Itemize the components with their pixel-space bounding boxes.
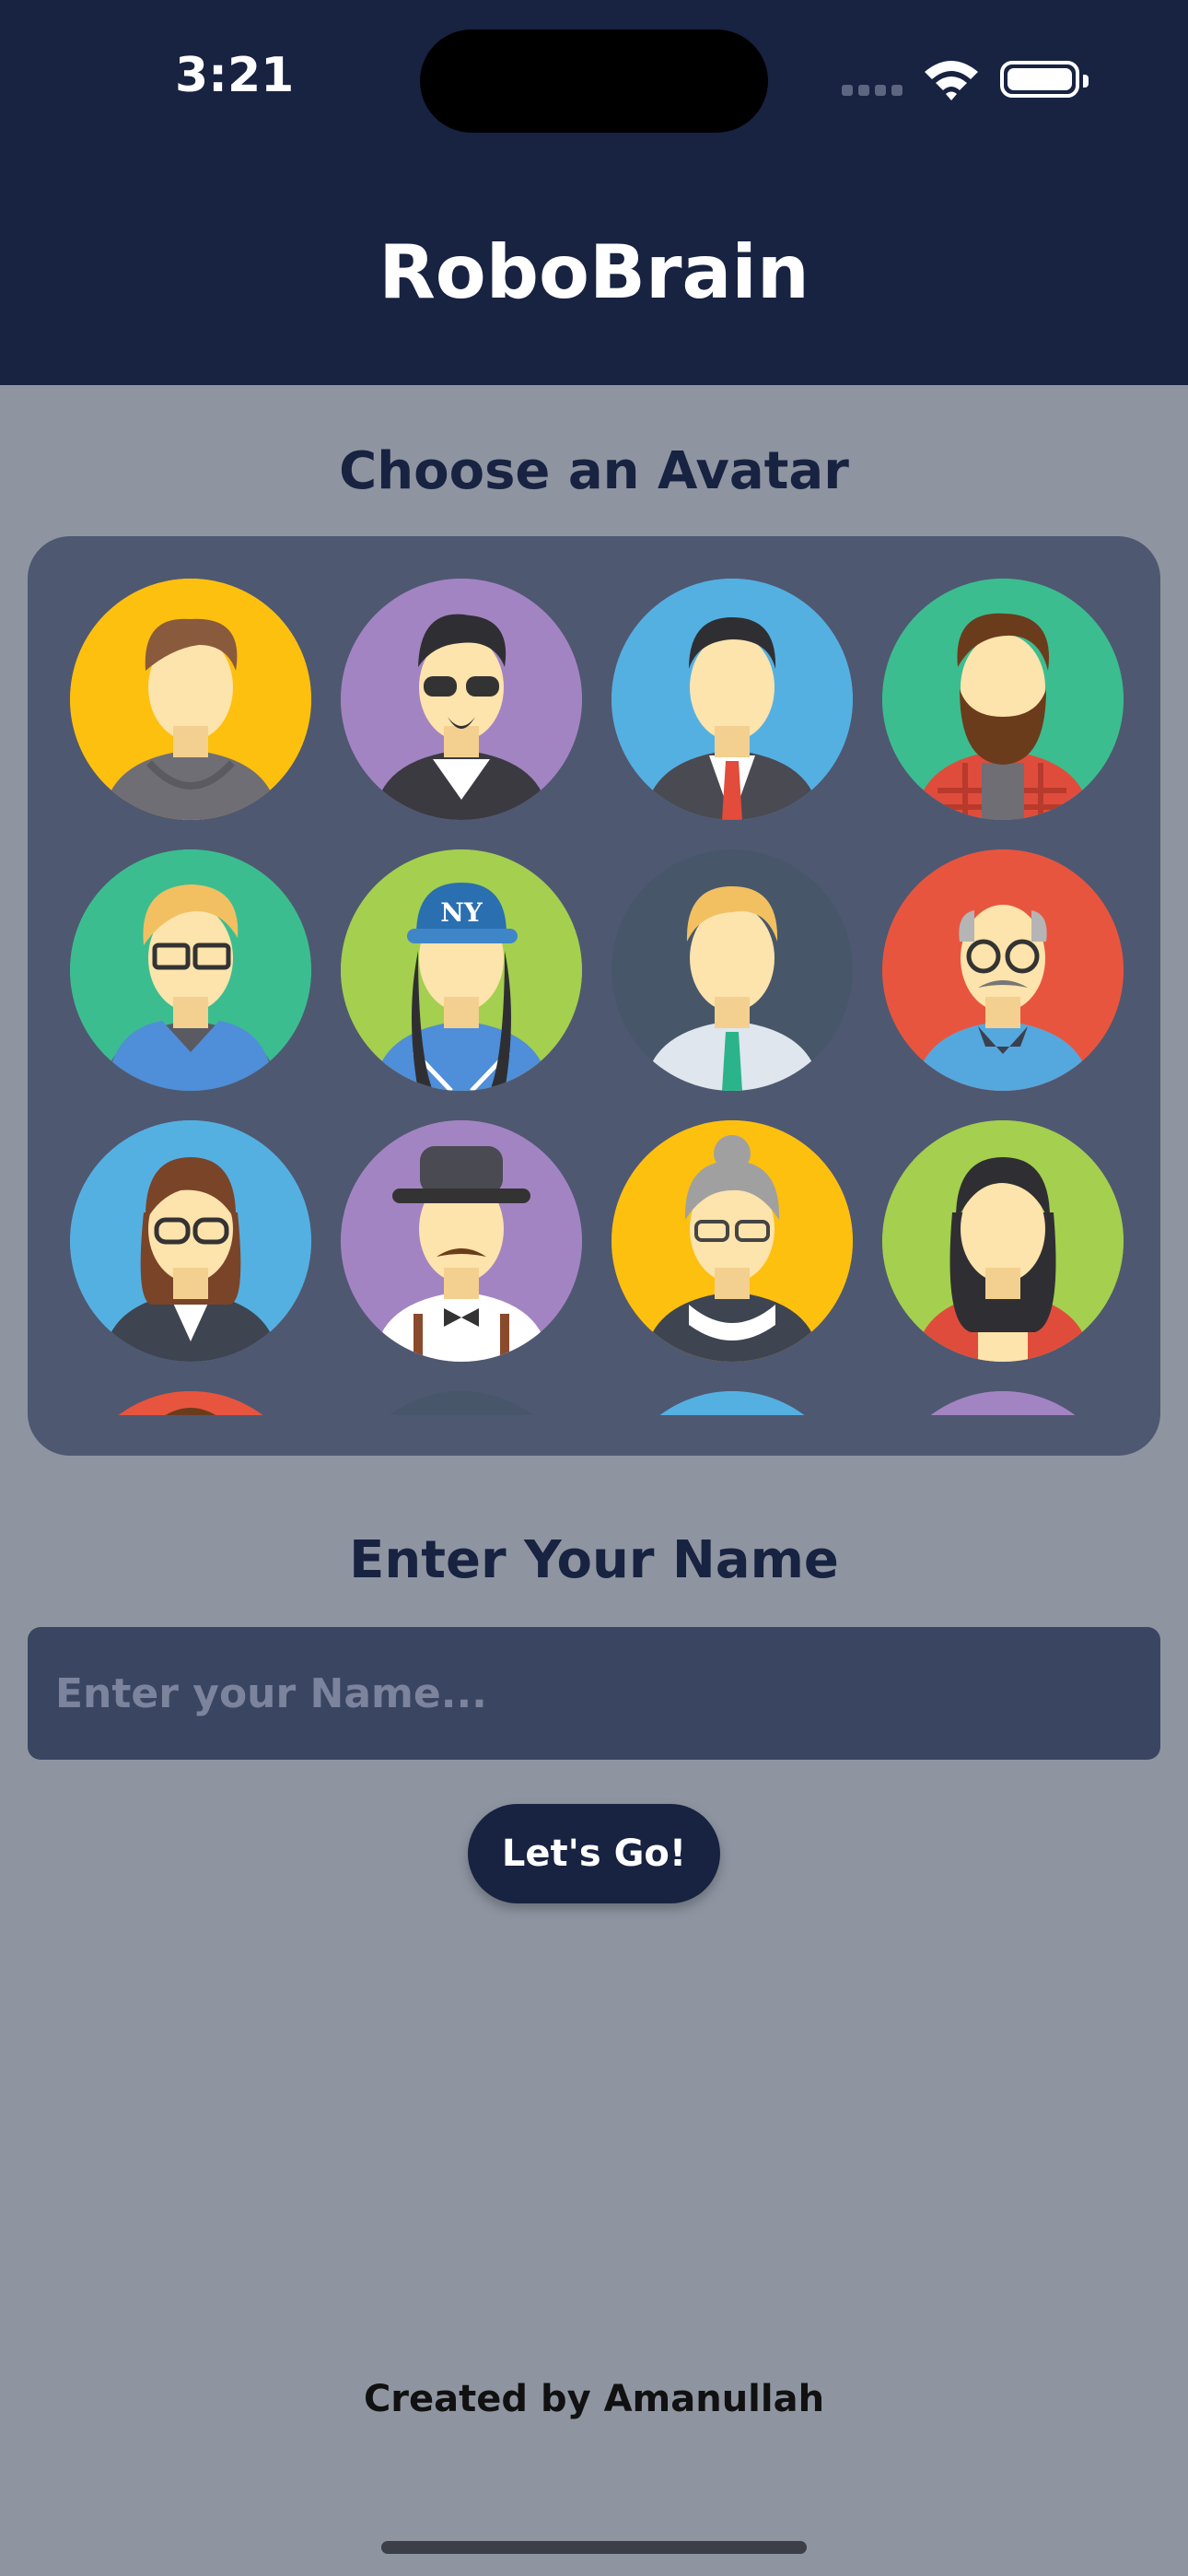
avatar-woman-glasses-icon — [70, 1120, 311, 1362]
avatar-bearded-man[interactable] — [882, 579, 1124, 820]
avatar-partial-2-icon — [389, 1391, 534, 1415]
avatar-nerd-glasses-icon — [70, 849, 311, 1091]
avatar-nerd-glasses[interactable] — [70, 849, 311, 1091]
avatar-woman-dark-hair-icon — [882, 1120, 1124, 1362]
battery-icon — [1000, 61, 1089, 98]
avatar-partial-2[interactable] — [341, 1391, 582, 1415]
avatar-ny-cap-icon: NY — [341, 849, 582, 1091]
enter-name-title: Enter Your Name — [349, 1530, 839, 1590]
dynamic-island — [420, 29, 768, 133]
avatar-businessman[interactable] — [611, 579, 853, 820]
avatar-businessman-icon — [611, 579, 853, 820]
avatar-old-man-icon — [882, 849, 1124, 1091]
avatar-hoodie-man-icon — [70, 579, 311, 820]
avatar-ny-cap[interactable]: NY — [341, 849, 582, 1091]
svg-text:NY: NY — [440, 897, 483, 928]
avatar-grandma-icon — [611, 1120, 853, 1362]
avatar-partial-4[interactable] — [882, 1391, 1124, 1415]
avatar-bearded-man-icon — [882, 579, 1124, 820]
wifi-icon — [925, 61, 978, 100]
lets-go-button[interactable]: Let's Go! — [468, 1804, 720, 1903]
app-header: 3:21 RoboBrain — [0, 0, 1188, 385]
avatar-partial-4-icon — [930, 1391, 1076, 1415]
avatar-grid-scroll[interactable]: NY — [28, 536, 1160, 1415]
avatar-grandma[interactable] — [611, 1120, 853, 1362]
avatar-sunglasses-biker[interactable] — [341, 579, 582, 820]
avatar-blond-tie[interactable] — [611, 849, 853, 1091]
cellular-signal-icon — [842, 85, 903, 98]
footer-credit: Created by Amanullah — [363, 2378, 825, 2420]
avatar-woman-glasses[interactable] — [70, 1120, 311, 1362]
avatar-sunglasses-biker-icon — [341, 579, 582, 820]
avatar-old-man[interactable] — [882, 849, 1124, 1091]
app-title: RoboBrain — [379, 229, 809, 315]
status-time: 3:21 — [175, 48, 295, 103]
avatar-grid[interactable]: NY — [28, 536, 1160, 1456]
avatar-hoodie-man[interactable] — [70, 579, 311, 820]
home-indicator[interactable] — [381, 2541, 807, 2554]
avatar-blond-tie-icon — [611, 849, 853, 1091]
avatar-partial-3[interactable] — [611, 1391, 853, 1415]
avatar-woman-dark-hair[interactable] — [882, 1120, 1124, 1362]
avatar-partial-3-icon — [659, 1391, 805, 1415]
avatar-hat-mustache[interactable] — [341, 1120, 582, 1362]
choose-avatar-title: Choose an Avatar — [339, 441, 849, 501]
avatar-partial-1[interactable] — [70, 1391, 311, 1415]
name-input[interactable] — [28, 1627, 1160, 1760]
avatar-hat-mustache-icon — [341, 1120, 582, 1362]
avatar-partial-1-icon — [118, 1391, 263, 1415]
